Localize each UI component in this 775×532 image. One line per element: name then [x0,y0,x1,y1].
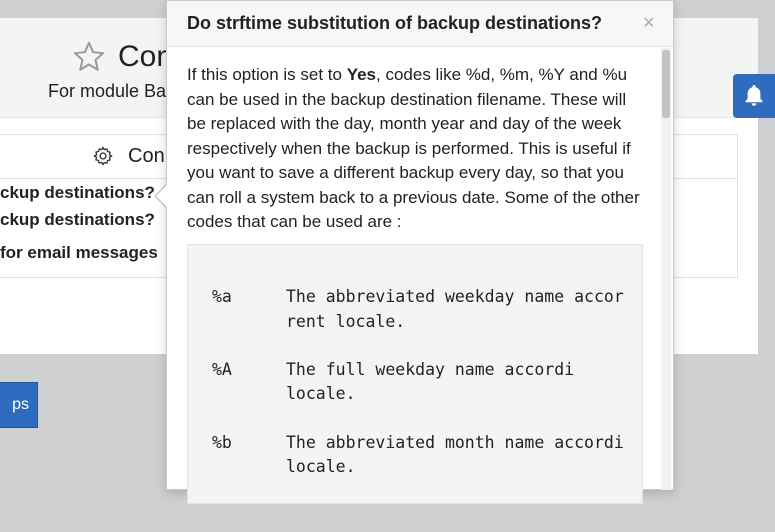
config-row-label: for email messages [0,243,158,262]
config-row-label: ckup destinations? [0,183,155,202]
notifications-tab[interactable] [733,74,775,118]
close-icon[interactable]: × [643,11,655,35]
description-text: , codes like %d, %m, %Y and %u can be us… [187,65,640,231]
code-key: %A [212,360,232,379]
help-popover: Do strftime substitution of backup desti… [166,0,674,504]
popover-arrow-fill [156,185,167,207]
config-row-label: ckup destinations? [0,210,155,229]
config-table-title: Con [128,145,165,167]
code-description: rent locale. [286,312,406,331]
popover-header: Do strftime substitution of backup desti… [167,1,673,47]
star-icon[interactable] [72,40,106,74]
popover-title: Do strftime substitution of backup desti… [187,13,603,33]
code-description: locale. [286,457,356,476]
popover-description: If this option is set to Yes, codes like… [187,63,647,235]
code-description: The abbreviated weekday name accor [286,287,624,306]
code-block: %a The abbreviated weekday name accor re… [187,244,643,504]
code-key: %b [212,433,232,452]
bell-icon [745,85,763,106]
page-title: Con [118,40,174,73]
scrollbar-thumb[interactable] [662,50,670,118]
gear-icon [93,146,113,166]
description-text: If this option is set to [187,65,347,84]
submit-button[interactable]: ps [0,382,38,428]
code-description: locale. [286,384,356,403]
code-description: The abbreviated month name accordi [286,433,624,452]
code-key: %a [212,287,232,306]
popover-scrollbar[interactable] [661,48,671,490]
page-subtitle: For module Ba [48,81,167,101]
code-description: The full weekday name accordi [286,360,575,379]
description-bold-value: Yes [346,65,377,84]
